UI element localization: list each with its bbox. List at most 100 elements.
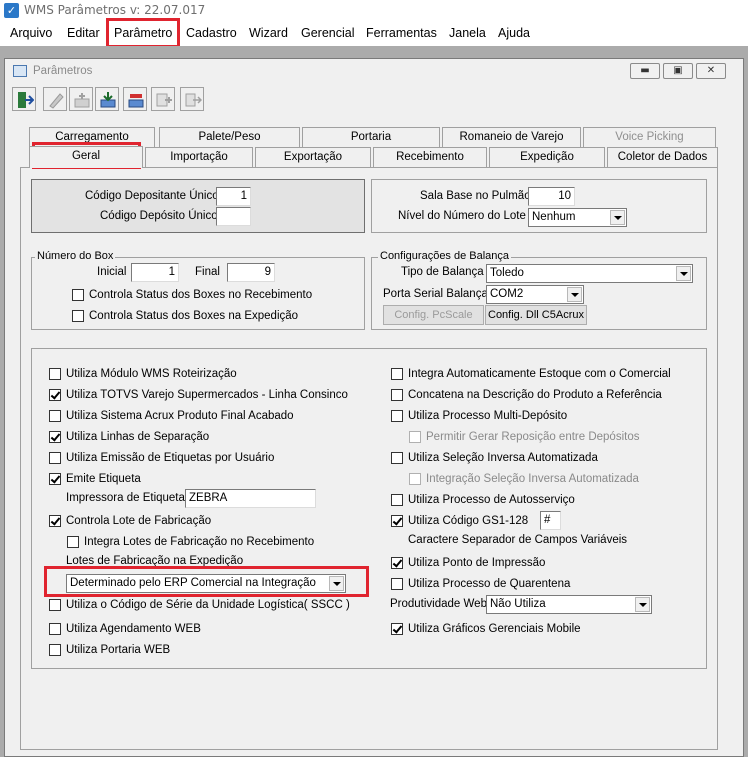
produtividade-select[interactable]: Não Utiliza [486, 595, 652, 614]
permitir-reposicao-checkbox[interactable] [409, 431, 421, 443]
tab-voice-picking[interactable]: Voice Picking [583, 127, 716, 147]
controla-lote-label: Controla Lote de Fabricação [66, 515, 212, 527]
roteirizacao-checkbox[interactable] [49, 368, 61, 380]
menu-janela[interactable]: Janela [449, 26, 486, 40]
tab-expedicao[interactable]: Expedição [489, 147, 605, 167]
portaria-web-label: Utiliza Portaria WEB [66, 644, 171, 656]
gs1-checkbox[interactable] [391, 515, 403, 527]
app-check-icon: ✓ [4, 3, 19, 18]
export-button[interactable] [180, 87, 204, 111]
acrux-checkbox[interactable] [49, 410, 61, 422]
emite-etiqueta-label: Emite Etiqueta [66, 473, 141, 485]
codigo-deposito-input[interactable] [216, 207, 251, 226]
autosservico-label: Utiliza Processo de Autosserviço [408, 494, 575, 506]
chevron-down-icon[interactable] [610, 210, 625, 225]
add-icon [74, 93, 90, 108]
tab-coletor-dados[interactable]: Coletor de Dados [607, 147, 718, 167]
selecao-inversa-checkbox[interactable] [391, 452, 403, 464]
roteirizacao-label: Utiliza Módulo WMS Roteirização [66, 368, 237, 380]
status-expedicao-checkbox[interactable] [72, 310, 84, 322]
tab-geral[interactable]: Geral [29, 146, 143, 168]
inicial-input[interactable]: 1 [131, 263, 179, 282]
ponto-impressao-label: Utiliza Ponto de Impressão [408, 557, 546, 569]
autosservico-checkbox[interactable] [391, 494, 403, 506]
concatena-checkbox[interactable] [391, 389, 403, 401]
permitir-reposicao-label: Permitir Gerar Reposição entre Depósitos [426, 431, 640, 443]
sscc-checkbox[interactable] [49, 599, 61, 611]
tab-recebimento[interactable]: Recebimento [373, 147, 487, 167]
add-button[interactable] [69, 87, 93, 111]
clear-button[interactable] [43, 87, 67, 111]
copy-button[interactable] [151, 87, 175, 111]
agendamento-checkbox[interactable] [49, 623, 61, 635]
tab-romaneio-varejo[interactable]: Romaneio de Varejo [442, 127, 581, 147]
linhas-separacao-checkbox[interactable] [49, 431, 61, 443]
exit-button[interactable] [12, 87, 36, 111]
maximize-button[interactable]: ▣ [663, 63, 693, 79]
produtividade-value: Não Utiliza [490, 598, 546, 610]
ponto-impressao-checkbox[interactable] [391, 557, 403, 569]
window-icon [13, 65, 27, 77]
balanca-title: Configurações de Balança [378, 250, 512, 262]
menu-arquivo[interactable]: Arquivo [10, 26, 52, 40]
concatena-label: Concatena na Descrição do Produto a Refe… [408, 389, 662, 401]
window-title: Parâmetros [33, 65, 93, 77]
nivel-lote-select[interactable]: Nenhum [528, 208, 627, 227]
menu-gerencial[interactable]: Gerencial [301, 26, 355, 40]
portaria-web-checkbox[interactable] [49, 644, 61, 656]
config-dll-button[interactable]: Config. Dll C5Acrux [485, 305, 587, 325]
sala-base-label: Sala Base no Pulmão [420, 190, 531, 202]
close-button[interactable]: ✕ [696, 63, 726, 79]
porta-serial-select[interactable]: COM2 [486, 285, 584, 304]
emissao-etiquetas-label: Utiliza Emissão de Etiquetas por Usuário [66, 452, 275, 464]
emissao-etiquetas-checkbox[interactable] [49, 452, 61, 464]
menu-editar[interactable]: Editar [67, 26, 100, 40]
chevron-down-icon[interactable] [567, 287, 582, 302]
integra-estoque-label: Integra Automaticamente Estoque com o Co… [408, 368, 671, 380]
gs1-separator-input[interactable]: # [540, 511, 561, 530]
save-button[interactable] [95, 87, 119, 111]
emite-etiqueta-checkbox[interactable] [49, 473, 61, 485]
menu-ferramentas[interactable]: Ferramentas [366, 26, 437, 40]
graficos-checkbox[interactable] [391, 623, 403, 635]
multi-deposito-checkbox[interactable] [391, 410, 403, 422]
status-expedicao-label: Controla Status dos Boxes na Expedição [89, 310, 299, 322]
gs1-label: Utiliza Código GS1-128 [408, 515, 529, 527]
tipo-balanca-select[interactable]: Toledo [486, 264, 693, 283]
sala-base-input[interactable]: 10 [528, 187, 575, 206]
export-icon [185, 93, 202, 107]
delete-button[interactable] [123, 87, 147, 111]
final-input[interactable]: 9 [227, 263, 275, 282]
menu-ajuda[interactable]: Ajuda [498, 26, 530, 40]
delete-icon [128, 94, 144, 108]
menu-wizard[interactable]: Wizard [249, 26, 288, 40]
integracao-selecao-checkbox[interactable] [409, 473, 421, 485]
chevron-down-icon[interactable] [635, 597, 650, 612]
tab-portaria[interactable]: Portaria [302, 127, 440, 147]
integra-lotes-label: Integra Lotes de Fabricação no Recebimen… [84, 536, 315, 548]
nivel-lote-label: Nível do Número do Lote [398, 210, 526, 222]
controla-lote-checkbox[interactable] [49, 515, 61, 527]
config-pcscale-button[interactable]: Config. PcScale [383, 305, 484, 325]
impressora-input[interactable]: ZEBRA [185, 489, 316, 508]
menu-cadastro[interactable]: Cadastro [186, 26, 237, 40]
tab-palete-peso[interactable]: Palete/Peso [159, 127, 300, 147]
totvs-checkbox[interactable] [49, 389, 61, 401]
inicial-label: Inicial [97, 266, 127, 278]
porta-serial-label: Porta Serial Balança [383, 288, 488, 300]
chevron-down-icon[interactable] [676, 266, 691, 281]
tab-exportacao[interactable]: Exportação [255, 147, 371, 167]
integra-lotes-checkbox[interactable] [67, 536, 79, 548]
copy-icon [156, 93, 172, 107]
quarentena-label: Utiliza Processo de Quarentena [408, 578, 571, 590]
integra-estoque-checkbox[interactable] [391, 368, 403, 380]
multi-deposito-label: Utiliza Processo Multi-Depósito [408, 410, 568, 422]
highlight-menu-parametro [106, 18, 180, 48]
integracao-selecao-label: Integração Seleção Inversa Automatizada [426, 473, 639, 485]
quarentena-checkbox[interactable] [391, 578, 403, 590]
tab-importacao[interactable]: Importação [145, 147, 253, 167]
minimize-button[interactable]: ▬ [630, 63, 660, 79]
status-recebimento-checkbox[interactable] [72, 289, 84, 301]
codigo-depositante-input[interactable]: 1 [216, 187, 251, 206]
codigo-deposito-label: Código Depósito Único [100, 210, 218, 222]
